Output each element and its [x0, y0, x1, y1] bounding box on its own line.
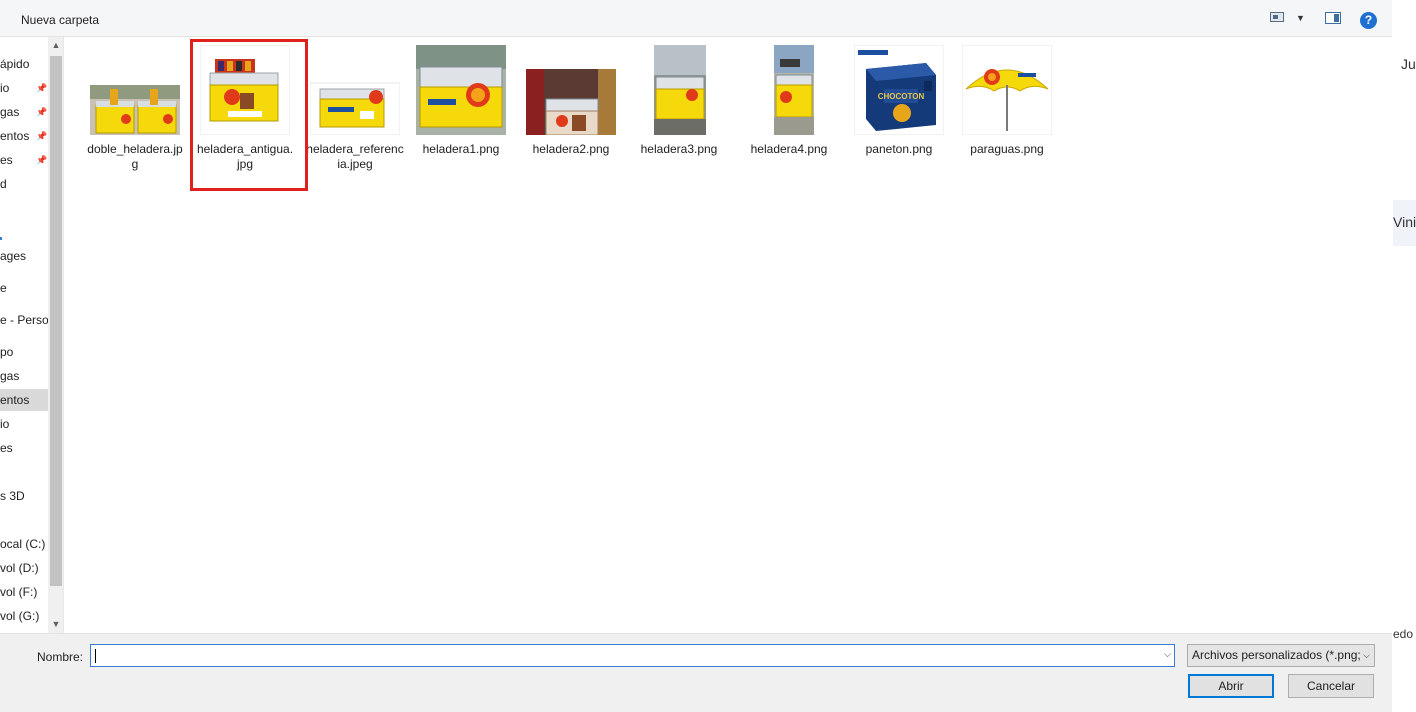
nav-item-drive-d[interactable]: vol (D:) — [0, 557, 48, 579]
file-name: paraguas.png — [970, 142, 1044, 156]
nav-item-documents-pinned[interactable]: entos 📌 — [0, 125, 48, 147]
nav-item-label: po — [0, 345, 14, 359]
svg-text:CHOCOTON: CHOCOTON — [878, 92, 925, 101]
nav-item-label: entos — [0, 129, 30, 143]
chevron-down-icon[interactable]: ⌵ — [1164, 649, 1171, 660]
nav-item-label: vol (F:) — [0, 585, 38, 599]
nav-item-quick-access[interactable]: ápido — [0, 53, 48, 75]
freezer-photo-2-thumbnail — [526, 45, 616, 135]
file-item[interactable]: CHOCOTON paneton.png — [848, 45, 950, 157]
file-name: heladera3.png — [640, 142, 718, 156]
background-window: Ju Vini edo — [1393, 0, 1416, 712]
cancel-button[interactable]: Cancelar — [1288, 674, 1374, 698]
background-text: edo — [1393, 627, 1414, 641]
toolbar: Nueva carpeta ▼ ? — [0, 0, 1392, 37]
nav-item-label: entos — [0, 393, 30, 407]
file-name: heladera1.png — [422, 142, 500, 156]
nav-item-label: vol (D:) — [0, 561, 39, 575]
file-name: doble_heladera.jpg — [87, 142, 183, 171]
nav-scrollbar[interactable]: ▲ ▼ — [48, 37, 63, 633]
nav-marker — [0, 237, 2, 240]
nav-item-label: io — [0, 417, 10, 431]
file-item[interactable]: doble_heladera.jpg — [84, 45, 186, 172]
nav-item-drive-g[interactable]: vol (G:) — [0, 605, 48, 627]
file-item[interactable]: heladera1.png — [410, 45, 512, 157]
nav-item-label: io — [0, 81, 10, 95]
nav-item-label: s 3D — [0, 489, 25, 503]
nav-item-downloads[interactable]: gas — [0, 365, 48, 387]
nav-item-label: es — [0, 153, 13, 167]
reference-freezer-thumbnail — [310, 45, 400, 135]
file-name-label: Nombre: — [37, 650, 84, 664]
file-item[interactable]: heladera3.png — [628, 45, 730, 157]
file-name: paneton.png — [865, 142, 933, 156]
chevron-down-icon[interactable]: ⌵ — [1360, 645, 1370, 666]
nav-item-e[interactable]: e — [0, 277, 48, 299]
nav-item-desktop-pinned[interactable]: io 📌 — [0, 77, 48, 99]
background-text: Vini — [1393, 214, 1416, 230]
nav-item-label: gas — [0, 369, 20, 383]
nav-item-label: ages — [0, 249, 27, 263]
freezer-photo-4-thumbnail — [744, 45, 834, 135]
nav-item-images-pinned[interactable]: es 📌 — [0, 149, 48, 171]
nav-item-downloads-pinned[interactable]: gas 📌 — [0, 101, 48, 123]
freezer-photo-1-thumbnail — [416, 45, 506, 135]
nav-item-videos[interactable]: es — [0, 437, 48, 459]
nav-item-3d-objects[interactable]: s 3D — [0, 485, 48, 507]
change-view-icon[interactable] — [1270, 12, 1284, 22]
nav-item-label: d — [0, 177, 7, 191]
nav-item-label: vol (G:) — [0, 609, 40, 623]
nav-item-drive-f[interactable]: vol (F:) — [0, 581, 48, 603]
file-type-select[interactable]: Archivos personalizados (*.png; ⌵ — [1187, 644, 1375, 667]
dialog-footer: Nombre: ⌵ Archivos personalizados (*.png… — [0, 633, 1392, 712]
nav-item-d[interactable]: d — [0, 173, 48, 195]
nav-item-label: gas — [0, 105, 20, 119]
file-name: heladera2.png — [532, 142, 610, 156]
pin-icon: 📌 — [36, 107, 48, 117]
pin-icon: 📌 — [36, 155, 48, 165]
view-options-chevron-icon[interactable]: ▼ — [1296, 13, 1305, 23]
file-item[interactable]: heladera_referencia.jpeg — [304, 45, 406, 172]
file-item[interactable]: heladera2.png — [520, 45, 622, 157]
preview-pane-icon[interactable] — [1325, 12, 1341, 24]
nav-item-label: ápido — [0, 57, 30, 71]
paneton-box-thumbnail: CHOCOTON — [854, 45, 944, 135]
nav-item-label: es — [0, 441, 13, 455]
scroll-thumb[interactable] — [50, 56, 62, 586]
file-open-dialog: Nueva carpeta ▼ ? ápido io 📌 gas 📌 entos 📌 … — [0, 0, 1392, 712]
file-item[interactable]: heladera4.png — [738, 45, 840, 157]
scroll-down-arrow-icon[interactable]: ▼ — [48, 616, 63, 633]
nav-item-drive-c[interactable]: ocal (C:) — [0, 533, 48, 555]
highlight-box — [190, 39, 308, 191]
background-text: Ju — [1401, 56, 1416, 72]
nav-item-images[interactable]: ages — [0, 245, 48, 267]
new-folder-button[interactable]: Nueva carpeta — [21, 13, 99, 27]
file-name-input[interactable]: ⌵ — [90, 644, 1175, 667]
double-freezer-thumbnail — [90, 45, 180, 135]
open-button[interactable]: Abrir — [1188, 674, 1274, 698]
nav-item-onedrive-personal[interactable]: e - Person — [0, 309, 55, 331]
help-icon[interactable]: ? — [1360, 12, 1377, 29]
nav-item-documents[interactable]: entos — [0, 389, 48, 411]
file-item[interactable]: paraguas.png — [956, 45, 1058, 157]
pin-icon: 📌 — [36, 83, 48, 93]
nav-item-blank[interactable] — [0, 221, 48, 243]
freezer-photo-3-thumbnail — [634, 45, 724, 135]
navigation-pane: ápido io 📌 gas 📌 entos 📌 es 📌 d ages e e - P… — [0, 37, 64, 633]
scroll-up-arrow-icon[interactable]: ▲ — [48, 37, 63, 54]
file-name: heladera_referencia.jpeg — [306, 142, 404, 171]
nav-item-music[interactable]: io — [0, 413, 48, 435]
text-caret — [95, 649, 96, 663]
nav-item-desktop[interactable]: po — [0, 341, 48, 363]
umbrella-thumbnail — [962, 45, 1052, 135]
file-type-value: Archivos personalizados (*.png; — [1192, 648, 1361, 662]
nav-item-label: e — [0, 281, 7, 295]
file-name: heladera4.png — [750, 142, 828, 156]
nav-item-label: ocal (C:) — [0, 537, 46, 551]
pin-icon: 📌 — [36, 131, 48, 141]
